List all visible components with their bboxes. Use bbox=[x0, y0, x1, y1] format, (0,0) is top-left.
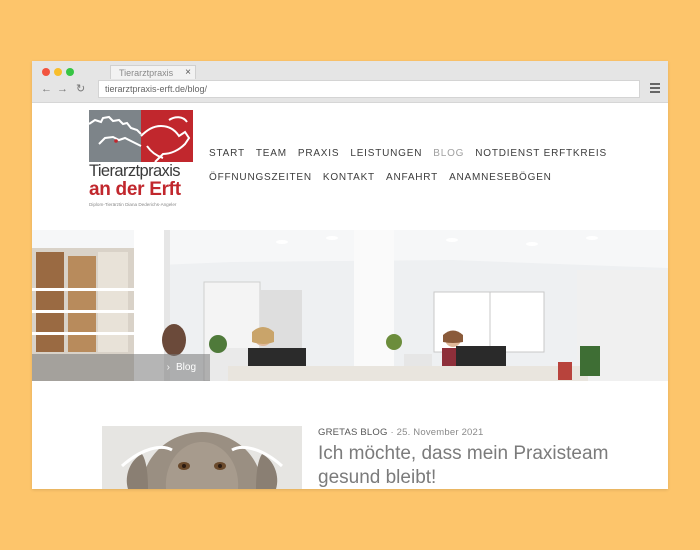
main-navigation: START TEAM PRAXIS LEISTUNGEN BLOG NOTDIE… bbox=[209, 147, 629, 195]
browser-window: Tierarztpraxis × ← → ↻ tierarztpraxis-er… bbox=[32, 61, 668, 489]
logo-title: Tierarztpraxis bbox=[89, 162, 181, 180]
reload-icon[interactable]: ↻ bbox=[76, 83, 85, 95]
post-thumbnail[interactable] bbox=[102, 426, 302, 489]
nav-item-anamneseboegen[interactable]: ANAMNESEBÖGEN bbox=[449, 171, 552, 195]
forward-arrow-icon[interactable]: → bbox=[57, 83, 68, 95]
meta-separator: · bbox=[387, 427, 397, 438]
post-meta: GRETAS BLOG · 25. November 2021 bbox=[318, 427, 484, 438]
logo-animals-icon bbox=[89, 110, 193, 162]
tab-title: Tierarztpraxis bbox=[119, 68, 174, 78]
breadcrumb: › Blog bbox=[32, 354, 210, 381]
tab-close-icon[interactable]: × bbox=[185, 66, 191, 80]
chevron-right-icon: › bbox=[166, 362, 170, 373]
nav-item-blog[interactable]: BLOG bbox=[433, 147, 464, 171]
blog-content: GRETAS BLOG · 25. November 2021 Ich möch… bbox=[32, 381, 668, 489]
browser-tab[interactable]: Tierarztpraxis × bbox=[110, 65, 196, 79]
minimize-window-button[interactable] bbox=[54, 68, 62, 76]
post-date: 25. November 2021 bbox=[396, 427, 484, 438]
nav-item-leistungen[interactable]: LEISTUNGEN bbox=[350, 147, 422, 171]
hero-banner: › Blog bbox=[32, 230, 668, 381]
close-window-button[interactable] bbox=[42, 68, 50, 76]
nav-item-kontakt[interactable]: KONTAKT bbox=[323, 171, 375, 195]
nav-item-praxis[interactable]: PRAXIS bbox=[298, 147, 339, 171]
nav-item-anfahrt[interactable]: ANFAHRT bbox=[386, 171, 438, 195]
post-category[interactable]: GRETAS BLOG bbox=[318, 427, 388, 438]
nav-item-oeffnungszeiten[interactable]: ÖFFNUNGSZEITEN bbox=[209, 171, 312, 195]
url-bar[interactable]: tierarztpraxis-erft.de/blog/ bbox=[98, 80, 640, 98]
nav-item-start[interactable]: START bbox=[209, 147, 245, 171]
nav-item-notdienst[interactable]: NOTDIENST ERFTKREIS bbox=[475, 147, 607, 171]
back-arrow-icon[interactable]: ← bbox=[41, 83, 52, 95]
logo[interactable]: Tierarztpraxis an der Erft Diplom-Tierär… bbox=[89, 110, 193, 207]
hamburger-menu-icon[interactable] bbox=[650, 83, 660, 94]
site-header: Tierarztpraxis an der Erft Diplom-Tierär… bbox=[32, 103, 668, 230]
dog-photo bbox=[102, 426, 302, 489]
logo-tagline: Diplom-Tierärztin Diana Dederichs-Angele… bbox=[89, 202, 177, 207]
maximize-window-button[interactable] bbox=[66, 68, 74, 76]
post-title[interactable]: Ich möchte, dass mein Praxisteam gesund … bbox=[318, 442, 648, 489]
nav-item-team[interactable]: TEAM bbox=[256, 147, 287, 171]
breadcrumb-blog[interactable]: Blog bbox=[176, 362, 196, 373]
browser-chrome: Tierarztpraxis × ← → ↻ tierarztpraxis-er… bbox=[32, 61, 668, 103]
logo-subtitle: an der Erft bbox=[89, 179, 181, 200]
